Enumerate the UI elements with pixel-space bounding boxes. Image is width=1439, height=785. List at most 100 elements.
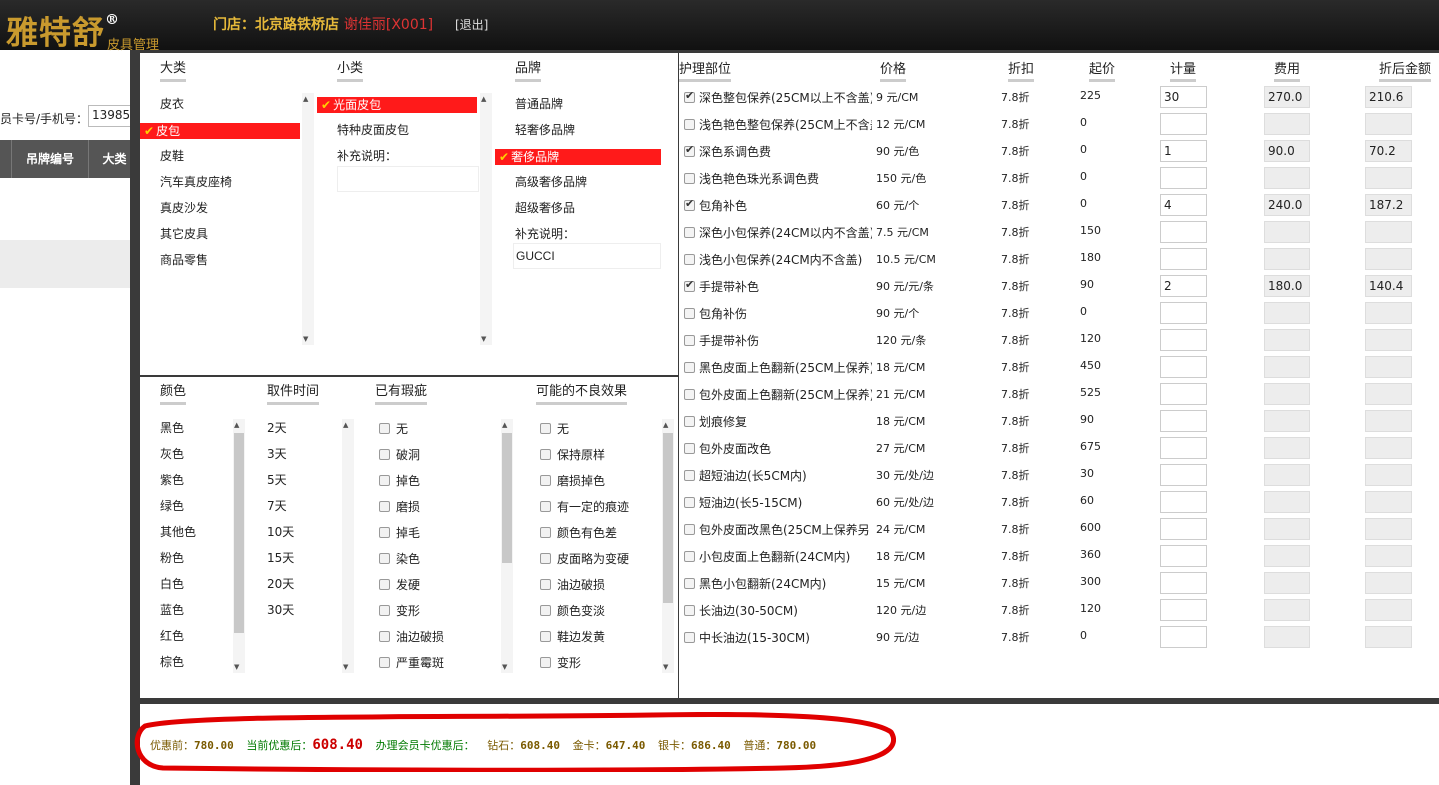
service-name[interactable]: 浅色艳色整包保养(25CM上不含盖) — [684, 116, 872, 133]
service-checkbox[interactable] — [684, 551, 695, 562]
colors-item[interactable]: 黑色 — [160, 420, 184, 436]
defect-scrollbar[interactable]: ▲ ▼ — [501, 419, 513, 673]
category-item[interactable]: 皮鞋 — [160, 148, 184, 164]
service-checkbox[interactable] — [684, 389, 695, 400]
service-checkbox[interactable] — [684, 173, 695, 184]
quantity-input[interactable] — [1160, 491, 1207, 513]
effect-scrollbar[interactable]: ▲ ▼ — [662, 419, 674, 673]
defects-option[interactable]: 发硬 — [379, 577, 420, 593]
service-name[interactable]: 短油边(长5-15CM) — [684, 494, 872, 511]
quantity-input[interactable] — [1160, 329, 1207, 351]
service-name[interactable]: 包角补色 — [684, 197, 872, 214]
checkbox[interactable] — [379, 631, 390, 642]
defects-option[interactable]: 严重霉斑 — [379, 655, 444, 671]
defects-option[interactable]: 染色 — [379, 551, 420, 567]
colors-item[interactable]: 蓝色 — [160, 602, 184, 618]
quantity-input[interactable] — [1160, 248, 1207, 270]
quantity-input[interactable] — [1160, 437, 1207, 459]
colors-item[interactable]: 灰色 — [160, 446, 184, 462]
pickup-item[interactable]: 15天 — [267, 550, 294, 566]
pickup-item[interactable]: 10天 — [267, 524, 294, 540]
colors-item[interactable]: 绿色 — [160, 498, 184, 514]
checkbox[interactable] — [379, 475, 390, 486]
defects-option[interactable]: 破洞 — [379, 447, 420, 463]
checkbox[interactable] — [379, 553, 390, 564]
service-name[interactable]: 深色整包保养(25CM以上不含盖) — [684, 89, 872, 106]
service-name[interactable]: 包外皮面改黑色(25CM上保养另 — [684, 521, 872, 538]
quantity-input[interactable] — [1160, 599, 1207, 621]
service-checkbox[interactable] — [684, 578, 695, 589]
pickup-scrollbar[interactable]: ▲ ▼ — [342, 419, 354, 673]
effects-option[interactable]: 无 — [540, 421, 569, 437]
defects-option[interactable]: 变形 — [379, 603, 420, 619]
colors-item[interactable]: 其他色 — [160, 524, 196, 540]
quantity-input[interactable] — [1160, 167, 1207, 189]
quantity-input[interactable] — [1160, 383, 1207, 405]
colors-item[interactable]: 红色 — [160, 628, 184, 644]
brand-item[interactable]: 超级奢侈品 — [515, 200, 575, 216]
brand-item[interactable]: 普通品牌 — [515, 96, 563, 112]
category-item-selected[interactable]: ✔ 皮包 — [140, 123, 300, 139]
checkbox[interactable] — [379, 527, 390, 538]
quantity-input[interactable] — [1160, 356, 1207, 378]
colors-item[interactable]: 棕色 — [160, 654, 184, 670]
pickup-item[interactable]: 7天 — [267, 498, 287, 514]
service-checkbox[interactable] — [684, 362, 695, 373]
service-name[interactable]: 浅色艳色珠光系调色费 — [684, 170, 872, 187]
effects-option[interactable]: 皮面略为变硬 — [540, 551, 629, 567]
service-checkbox[interactable] — [684, 443, 695, 454]
category-scrollbar[interactable]: ▲ ▼ — [302, 93, 314, 345]
effects-option[interactable]: 鞋边发黄 — [540, 629, 605, 645]
service-name[interactable]: 中长油边(15-30CM) — [684, 629, 872, 646]
effects-option[interactable]: 变形 — [540, 655, 581, 671]
checkbox[interactable] — [540, 579, 551, 590]
service-checkbox[interactable] — [684, 197, 695, 211]
quantity-input[interactable]: 4 — [1160, 194, 1207, 216]
category-item[interactable]: 商品零售 — [160, 252, 208, 268]
defects-option[interactable]: 磨损 — [379, 499, 420, 515]
checkbox[interactable] — [540, 423, 551, 434]
pickup-item[interactable]: 2天 — [267, 420, 287, 436]
subcategory-scrollbar[interactable]: ▲ ▼ — [480, 93, 492, 345]
logout-link[interactable]: [退出] — [455, 16, 488, 33]
effects-option[interactable]: 颜色有色差 — [540, 525, 617, 541]
category-item[interactable]: 真皮沙发 — [160, 200, 208, 216]
scrollbar-thumb[interactable] — [663, 433, 673, 603]
service-name[interactable]: 手提带补伤 — [684, 332, 872, 349]
quantity-input[interactable] — [1160, 518, 1207, 540]
quantity-input[interactable]: 1 — [1160, 140, 1207, 162]
service-name[interactable]: 超短油边(长5CM内) — [684, 467, 872, 484]
checkbox[interactable] — [379, 501, 390, 512]
checkbox[interactable] — [379, 449, 390, 460]
checkbox[interactable] — [379, 423, 390, 434]
pickup-item[interactable]: 5天 — [267, 472, 287, 488]
service-checkbox[interactable] — [684, 470, 695, 481]
defects-option[interactable]: 油边破损 — [379, 629, 444, 645]
service-checkbox[interactable] — [684, 89, 695, 103]
service-name[interactable]: 浅色小包保养(24CM内不含盖) — [684, 251, 872, 268]
colors-item[interactable]: 粉色 — [160, 550, 184, 566]
quantity-input[interactable] — [1160, 626, 1207, 648]
brand-item[interactable]: 高级奢侈品牌 — [515, 174, 587, 190]
checkbox[interactable] — [540, 553, 551, 564]
defects-option[interactable]: 掉毛 — [379, 525, 420, 541]
brand-note-input[interactable]: GUCCI — [513, 243, 661, 269]
service-name[interactable]: 深色小包保养(24CM以内不含盖) — [684, 224, 872, 241]
colors-item[interactable]: 紫色 — [160, 472, 184, 488]
quantity-input[interactable] — [1160, 410, 1207, 432]
service-checkbox[interactable] — [684, 497, 695, 508]
service-checkbox[interactable] — [684, 524, 695, 535]
subcategory-item[interactable]: 特种皮面皮包 — [337, 122, 409, 138]
checkbox[interactable] — [540, 657, 551, 668]
colors-item[interactable]: 白色 — [160, 576, 184, 592]
service-checkbox[interactable] — [684, 227, 695, 238]
checkbox[interactable] — [379, 579, 390, 590]
service-name[interactable]: 包外皮面改色 — [684, 440, 872, 457]
service-name[interactable]: 小包皮面上色翻新(24CM内) — [684, 548, 872, 565]
color-scrollbar[interactable]: ▲ ▼ — [233, 419, 245, 673]
quantity-input[interactable] — [1160, 464, 1207, 486]
service-checkbox[interactable] — [684, 335, 695, 346]
quantity-input[interactable] — [1160, 545, 1207, 567]
defects-option[interactable]: 掉色 — [379, 473, 420, 489]
effects-option[interactable]: 有一定的痕迹 — [540, 499, 629, 515]
